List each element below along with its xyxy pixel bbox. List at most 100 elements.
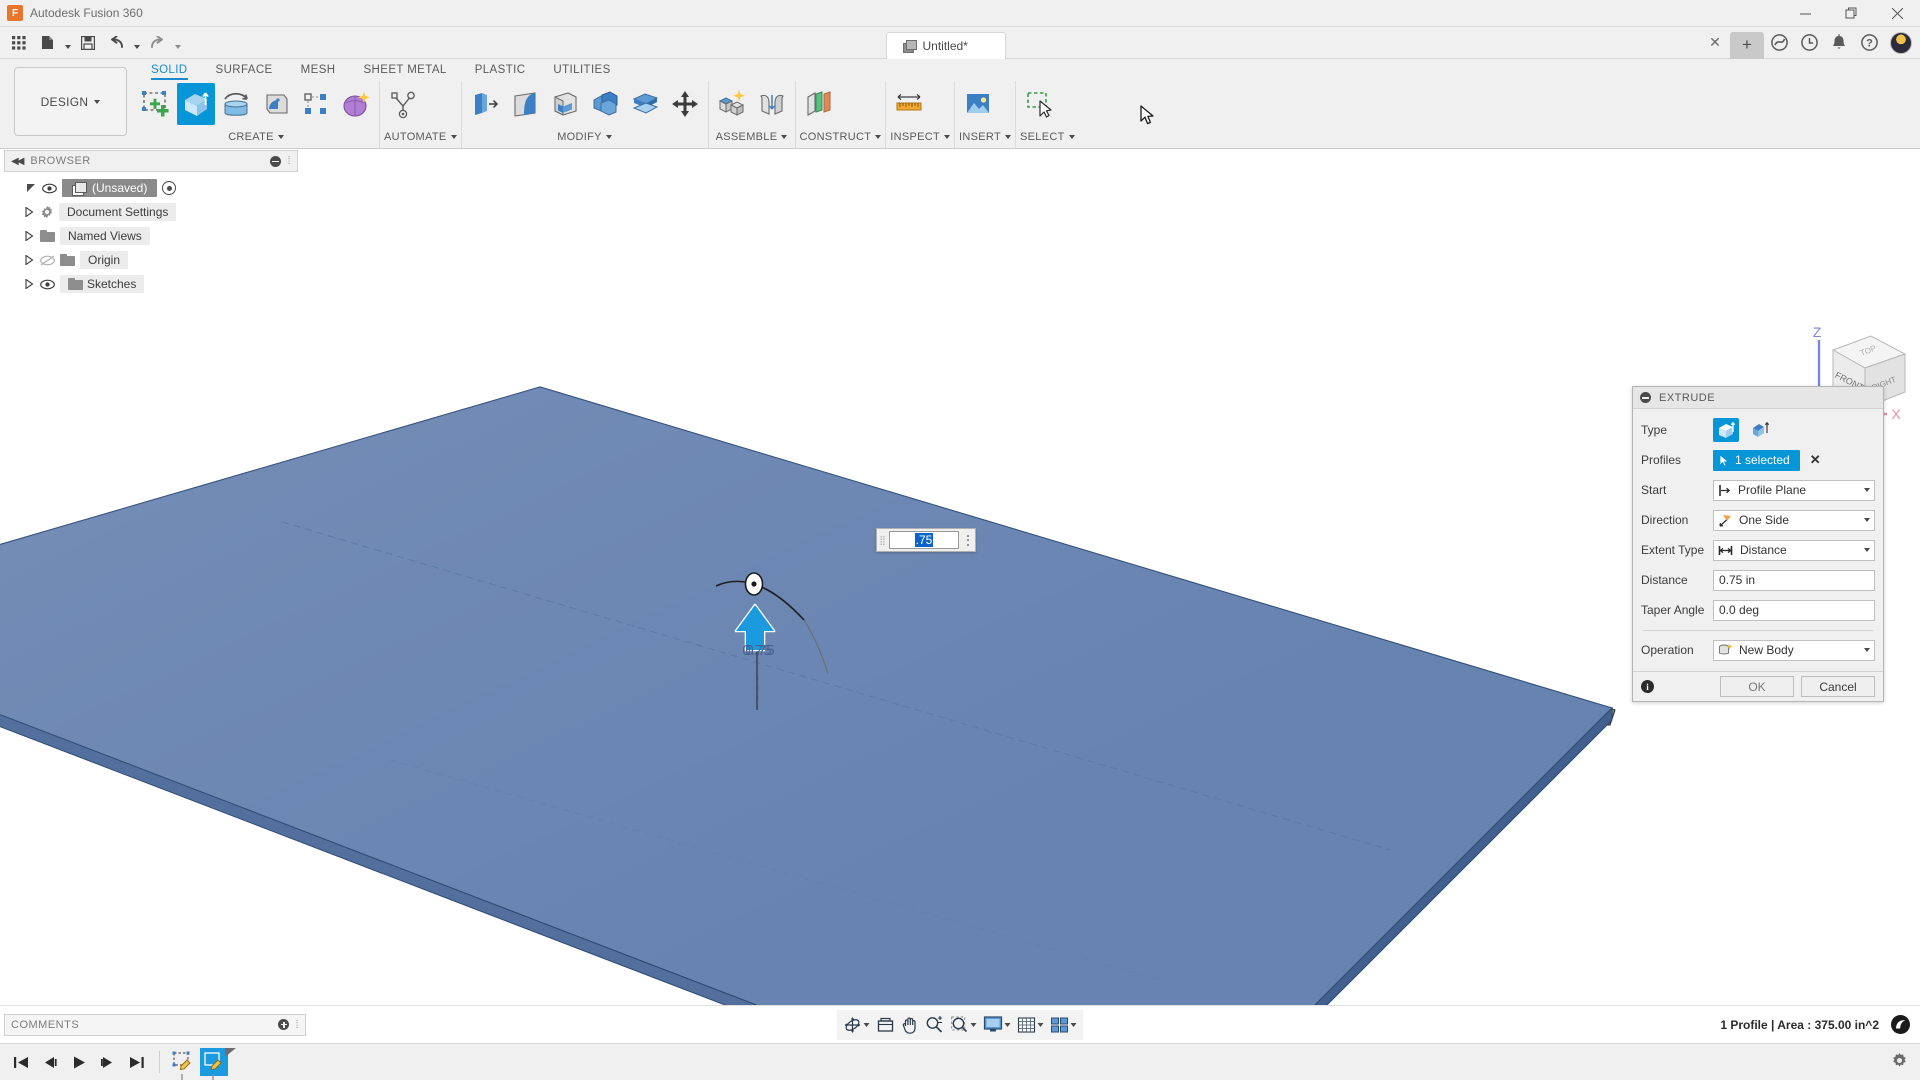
ok-button[interactable]: OK: [1720, 676, 1794, 697]
expand-arrow-icon[interactable]: [22, 206, 35, 219]
insert-image-icon[interactable]: [959, 83, 997, 125]
redo-caret-icon[interactable]: [172, 30, 183, 56]
chevron-down-icon[interactable]: [1864, 648, 1870, 652]
direction-dropdown[interactable]: One Side: [1713, 510, 1875, 531]
visibility-eye-icon[interactable]: [42, 182, 57, 195]
new-tab-icon[interactable]: +: [1730, 32, 1764, 59]
job-status-clock-icon[interactable]: [1794, 27, 1824, 59]
fit-icon[interactable]: [948, 1012, 980, 1038]
save-icon[interactable]: [75, 30, 101, 56]
undo-caret-icon[interactable]: [131, 30, 142, 56]
file-icon[interactable]: [34, 30, 60, 56]
distance-field[interactable]: 0.75 in: [1713, 570, 1875, 591]
expand-arrow-icon[interactable]: [24, 182, 37, 195]
info-icon[interactable]: i: [1641, 680, 1654, 693]
visibility-eye-off-icon[interactable]: [40, 254, 55, 267]
chevron-down-icon[interactable]: [1864, 488, 1870, 492]
sweep-icon[interactable]: [257, 83, 295, 125]
tree-node-sketches[interactable]: Sketches: [0, 272, 302, 296]
help-question-icon[interactable]: ?: [1854, 27, 1884, 59]
timeline-sketch-1[interactable]: [169, 1048, 197, 1076]
comments-panel[interactable]: COMMENTS ⁞: [4, 1014, 306, 1036]
collapse-left-icon[interactable]: ◀◀: [11, 156, 22, 167]
add-comment-icon[interactable]: [278, 1019, 289, 1030]
workspace-selector[interactable]: DESIGN: [14, 67, 127, 136]
close-tab-icon[interactable]: ✕: [1700, 27, 1730, 59]
automate-icon[interactable]: [384, 83, 422, 125]
pattern-icon[interactable]: [297, 83, 335, 125]
move-copy-icon[interactable]: [666, 83, 704, 125]
notifications-bell-icon[interactable]: [1824, 27, 1854, 59]
expand-arrow-icon[interactable]: [22, 278, 35, 291]
revolve-icon[interactable]: [217, 83, 255, 125]
orbit-icon[interactable]: [841, 1012, 873, 1038]
panel-assemble-caret-icon[interactable]: [781, 135, 787, 139]
new-component-icon[interactable]: [713, 83, 751, 125]
operation-dropdown[interactable]: New Body: [1713, 640, 1875, 661]
timeline-settings-gear-icon[interactable]: [1891, 1052, 1920, 1072]
panel-automate-caret-icon[interactable]: [451, 135, 457, 139]
chevron-down-icon[interactable]: [1864, 518, 1870, 522]
step-back-icon[interactable]: [37, 1049, 63, 1075]
go-to-beginning-icon[interactable]: [8, 1049, 34, 1075]
tree-node-named-views[interactable]: Named Views: [0, 224, 302, 248]
step-forward-icon[interactable]: [95, 1049, 121, 1075]
viewports-icon[interactable]: [1048, 1012, 1080, 1038]
create-sketch-icon[interactable]: [137, 83, 175, 125]
panel-inspect-caret-icon[interactable]: [944, 135, 950, 139]
redo-icon[interactable]: [144, 30, 170, 56]
zoom-icon[interactable]: [923, 1012, 947, 1038]
extrude-profile-type-icon[interactable]: [1713, 418, 1739, 442]
file-menu-caret-icon[interactable]: [62, 30, 73, 56]
go-to-end-icon[interactable]: [124, 1049, 150, 1075]
clear-selection-icon[interactable]: ✕: [1808, 452, 1823, 468]
tab-solid[interactable]: SOLID: [137, 59, 202, 81]
fusion-mark-icon[interactable]: [1891, 1015, 1910, 1034]
visibility-eye-icon[interactable]: [40, 278, 55, 291]
tree-node-document-settings[interactable]: Document Settings: [0, 200, 302, 224]
display-settings-icon[interactable]: [981, 1012, 1014, 1038]
extrude-surface-type-icon[interactable]: [1747, 418, 1773, 442]
distance-input-box[interactable]: .75: [889, 531, 959, 549]
select-cursor-icon[interactable]: [1020, 83, 1058, 125]
extent-type-dropdown[interactable]: Distance: [1713, 540, 1875, 561]
browser-collapse-icon[interactable]: [270, 156, 281, 167]
fillet-icon[interactable]: [506, 83, 544, 125]
pan-hand-icon[interactable]: [899, 1012, 922, 1038]
panel-modify-caret-icon[interactable]: [606, 135, 612, 139]
activate-component-icon[interactable]: [162, 181, 176, 195]
extension-manager-icon[interactable]: [1764, 27, 1794, 59]
panel-construct-caret-icon[interactable]: [875, 135, 881, 139]
press-pull-icon[interactable]: [466, 83, 504, 125]
expand-arrow-icon[interactable]: [22, 254, 35, 267]
document-tab[interactable]: Untitled*: [886, 32, 1006, 59]
timeline-sketch-2[interactable]: [200, 1048, 228, 1076]
panel-create-caret-icon[interactable]: [278, 135, 284, 139]
undo-icon[interactable]: [103, 30, 129, 56]
grid-menu-icon[interactable]: [6, 30, 32, 56]
split-face-icon[interactable]: [626, 83, 664, 125]
look-at-icon[interactable]: [874, 1012, 898, 1038]
tab-sheet-metal[interactable]: SHEET METAL: [349, 59, 460, 81]
comments-resize-grip[interactable]: ⁞: [295, 1019, 299, 1031]
start-dropdown[interactable]: Profile Plane: [1713, 480, 1875, 501]
tree-node-origin[interactable]: Origin: [0, 248, 302, 272]
close-icon[interactable]: [1874, 0, 1920, 27]
form-icon[interactable]: [337, 83, 375, 125]
dialog-collapse-icon[interactable]: [1640, 392, 1651, 403]
chevron-down-icon[interactable]: [1864, 548, 1870, 552]
browser-resize-grip[interactable]: ⁞: [287, 155, 291, 167]
joint-icon[interactable]: [753, 83, 791, 125]
shell-icon[interactable]: [546, 83, 584, 125]
taper-angle-field[interactable]: 0.0 deg: [1713, 600, 1875, 621]
tab-surface[interactable]: SURFACE: [202, 59, 287, 81]
grid-snaps-icon[interactable]: [1015, 1012, 1047, 1038]
profiles-selection-badge[interactable]: 1 selected: [1713, 450, 1800, 471]
offset-plane-icon[interactable]: [800, 83, 838, 125]
panel-insert-caret-icon[interactable]: [1005, 135, 1011, 139]
measure-ruler-icon[interactable]: [890, 83, 928, 125]
expand-arrow-icon[interactable]: [22, 230, 35, 243]
cancel-button[interactable]: Cancel: [1801, 676, 1875, 697]
tab-utilities[interactable]: UTILITIES: [539, 59, 624, 81]
canvas-distance-input[interactable]: ⣿ .75: [876, 528, 976, 552]
